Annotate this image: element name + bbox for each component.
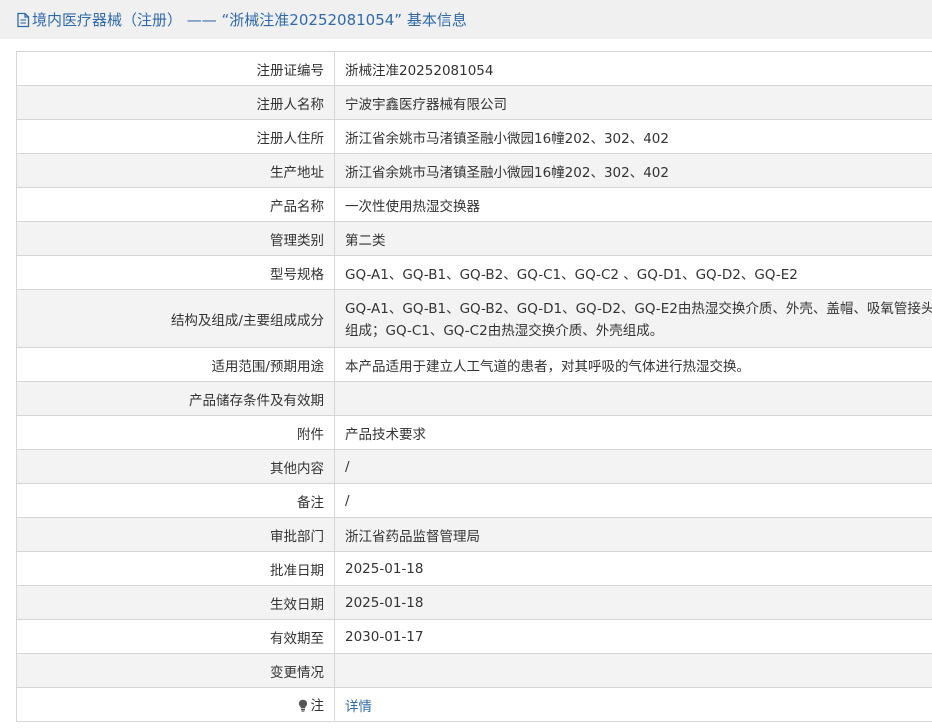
- row-value: 2025-01-18: [334, 585, 932, 620]
- row-value: 第二类: [334, 221, 932, 256]
- note-label: 注: [310, 697, 325, 714]
- row-label: 型号规格: [16, 255, 335, 290]
- row-value: 一次性使用热湿交换器: [334, 187, 932, 222]
- row-label: 产品名称: [16, 187, 335, 222]
- row-value: /: [334, 483, 932, 518]
- row-label: 其他内容: [16, 449, 335, 484]
- table-row: 型号规格 GQ-A1、GQ-B1、GQ-B2、GQ-C1、GQ-C2 、GQ-D…: [16, 255, 932, 290]
- table-row: 生效日期 2025-01-18: [16, 585, 932, 620]
- row-value: [334, 653, 932, 688]
- row-label: 注册人住所: [16, 119, 335, 154]
- table-row: 备注 /: [16, 483, 932, 518]
- table-row: 批准日期 2025-01-18: [16, 551, 932, 586]
- row-label: 生产地址: [16, 153, 335, 188]
- row-label: 注册证编号: [16, 51, 335, 86]
- table-row: 其他内容 /: [16, 449, 932, 484]
- page-header: 境内医疗器械（注册） —— “浙械注准20252081054” 基本信息: [0, 0, 932, 39]
- table-row: 产品储存条件及有效期: [16, 381, 932, 416]
- row-value: 本产品适用于建立人工气道的患者，对其呼吸的气体进行热湿交换。: [334, 347, 932, 382]
- row-value: 浙械注准20252081054: [334, 51, 932, 86]
- row-label: 附件: [16, 415, 335, 450]
- table-row: 注册人名称 宁波宇鑫医疗器械有限公司: [16, 85, 932, 120]
- document-icon: [16, 12, 30, 28]
- table-row: 产品名称 一次性使用热湿交换器: [16, 187, 932, 222]
- table-row: 注册人住所 浙江省余姚市马渚镇圣融小微园16幢202、302、402: [16, 119, 932, 154]
- table-row: 注册证编号 浙械注准20252081054: [16, 51, 932, 86]
- row-value: 浙江省余姚市马渚镇圣融小微园16幢202、302、402: [334, 153, 932, 188]
- row-label: 审批部门: [16, 517, 335, 552]
- table-row: 注 详情: [16, 687, 932, 722]
- row-value: 2025-01-18: [334, 551, 932, 586]
- table-row: 有效期至 2030-01-17: [16, 619, 932, 654]
- row-value: 2030-01-17: [334, 619, 932, 654]
- row-label: 变更情况: [16, 653, 335, 688]
- row-label: 管理类别: [16, 221, 335, 256]
- row-label: 结构及组成/主要组成成分: [16, 289, 335, 348]
- row-value: 产品技术要求: [334, 415, 932, 450]
- table-row: 附件 产品技术要求: [16, 415, 932, 450]
- page-title: 境内医疗器械（注册） —— “浙械注准20252081054” 基本信息: [32, 11, 467, 29]
- row-value: 浙江省药品监督管理局: [334, 517, 932, 552]
- row-value: GQ-A1、GQ-B1、GQ-B2、GQ-C1、GQ-C2 、GQ-D1、GQ-…: [334, 255, 932, 290]
- table-row: 结构及组成/主要组成成分 GQ-A1、GQ-B1、GQ-B2、GQ-D1、GQ-…: [16, 289, 932, 348]
- row-value: 宁波宇鑫医疗器械有限公司: [334, 85, 932, 120]
- row-label: 生效日期: [16, 585, 335, 620]
- detail-table: 注册证编号 浙械注准20252081054 注册人名称 宁波宇鑫医疗器械有限公司…: [16, 51, 932, 722]
- table-row: 审批部门 浙江省药品监督管理局: [16, 517, 932, 552]
- row-label: 注: [16, 687, 335, 722]
- row-value: 详情: [334, 687, 932, 722]
- row-label: 备注: [16, 483, 335, 518]
- table-row: 变更情况: [16, 653, 932, 688]
- row-label: 适用范围/预期用途: [16, 347, 335, 382]
- row-label: 批准日期: [16, 551, 335, 586]
- row-label: 有效期至: [16, 619, 335, 654]
- row-label: 注册人名称: [16, 85, 335, 120]
- row-value: 浙江省余姚市马渚镇圣融小微园16幢202、302、402: [334, 119, 932, 154]
- table-row: 适用范围/预期用途 本产品适用于建立人工气道的患者，对其呼吸的气体进行热湿交换。: [16, 347, 932, 382]
- table-row: 管理类别 第二类: [16, 221, 932, 256]
- row-value: [334, 381, 932, 416]
- lightbulb-icon: [298, 699, 308, 716]
- row-value: GQ-A1、GQ-B1、GQ-B2、GQ-D1、GQ-D2、GQ-E2由热湿交换…: [334, 289, 932, 348]
- details-link[interactable]: 详情: [345, 699, 372, 715]
- row-label: 产品储存条件及有效期: [16, 381, 335, 416]
- row-value: /: [334, 449, 932, 484]
- table-row: 生产地址 浙江省余姚市马渚镇圣融小微园16幢202、302、402: [16, 153, 932, 188]
